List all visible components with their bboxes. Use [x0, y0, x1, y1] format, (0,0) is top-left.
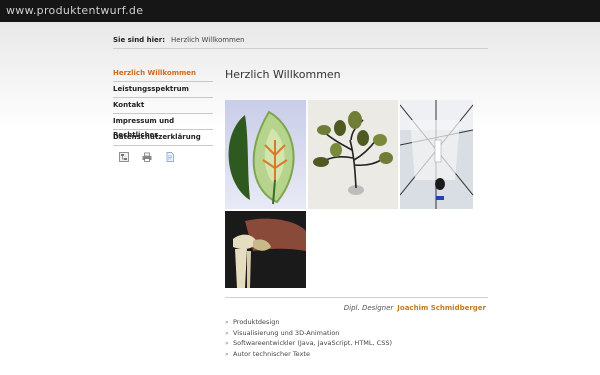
breadcrumb-current[interactable]: Herzlich Willkommen [171, 36, 245, 44]
bullet-icon: » [225, 340, 229, 347]
page-title: Herzlich Willkommen [225, 68, 341, 81]
print-icon[interactable] [142, 152, 152, 162]
signature-role: Dipl. Designer [343, 304, 394, 312]
service-label: Produktdesign [233, 318, 280, 326]
services-list: » Produktdesign » Visualisierung und 3D-An… [225, 317, 392, 359]
knee-anatomy-image[interactable] [225, 211, 306, 288]
list-item: » Produktdesign [225, 317, 392, 328]
breadcrumb-divider [113, 48, 488, 49]
site-title[interactable]: www.produktentwurf.de [6, 4, 143, 17]
breadcrumb-label: Sie sind hier: [113, 36, 166, 44]
sitemap-icon[interactable] [119, 152, 129, 162]
signature: Dipl. Designer Joachim Schmidberger [344, 304, 486, 312]
list-item: » Visualisierung und 3D-Animation [225, 328, 392, 339]
document-icon[interactable] [165, 152, 175, 162]
signature-name: Joachim Schmidberger [397, 304, 486, 312]
leaf-image[interactable] [225, 100, 306, 209]
service-label: Softwareentwickler (Java, JavaScript, HT… [233, 339, 392, 347]
service-label: Visualisierung und 3D-Animation [233, 328, 340, 337]
list-item: » Softwareentwickler (Java, JavaScript, H… [225, 338, 392, 349]
nav-item-kontakt[interactable]: Kontakt [113, 98, 213, 114]
service-label: Autor technischer Texte [233, 349, 310, 358]
tree-sculpture-image[interactable] [308, 100, 398, 209]
bullet-icon: » [225, 350, 229, 358]
bullet-icon: » [225, 319, 229, 326]
tent-structure-image[interactable] [400, 100, 473, 209]
sidebar-nav: Herzlich Willkommen Leistungsspektrum Ko… [113, 66, 213, 146]
top-bar: www.produktentwurf.de [0, 0, 600, 22]
breadcrumb: Sie sind hier: Herzlich Willkommen [113, 36, 245, 44]
nav-item-herzlich-willkommen[interactable]: Herzlich Willkommen [113, 66, 213, 82]
nav-item-impressum[interactable]: Impressum und Rechtliches [113, 114, 213, 139]
nav-item-leistungsspektrum[interactable]: Leistungsspektrum [113, 82, 213, 98]
nav-item-datenschutz[interactable]: Datenschutzerklärung [113, 130, 213, 146]
signature-divider [225, 297, 488, 298]
list-item: » Autor technischer Texte [225, 349, 392, 360]
